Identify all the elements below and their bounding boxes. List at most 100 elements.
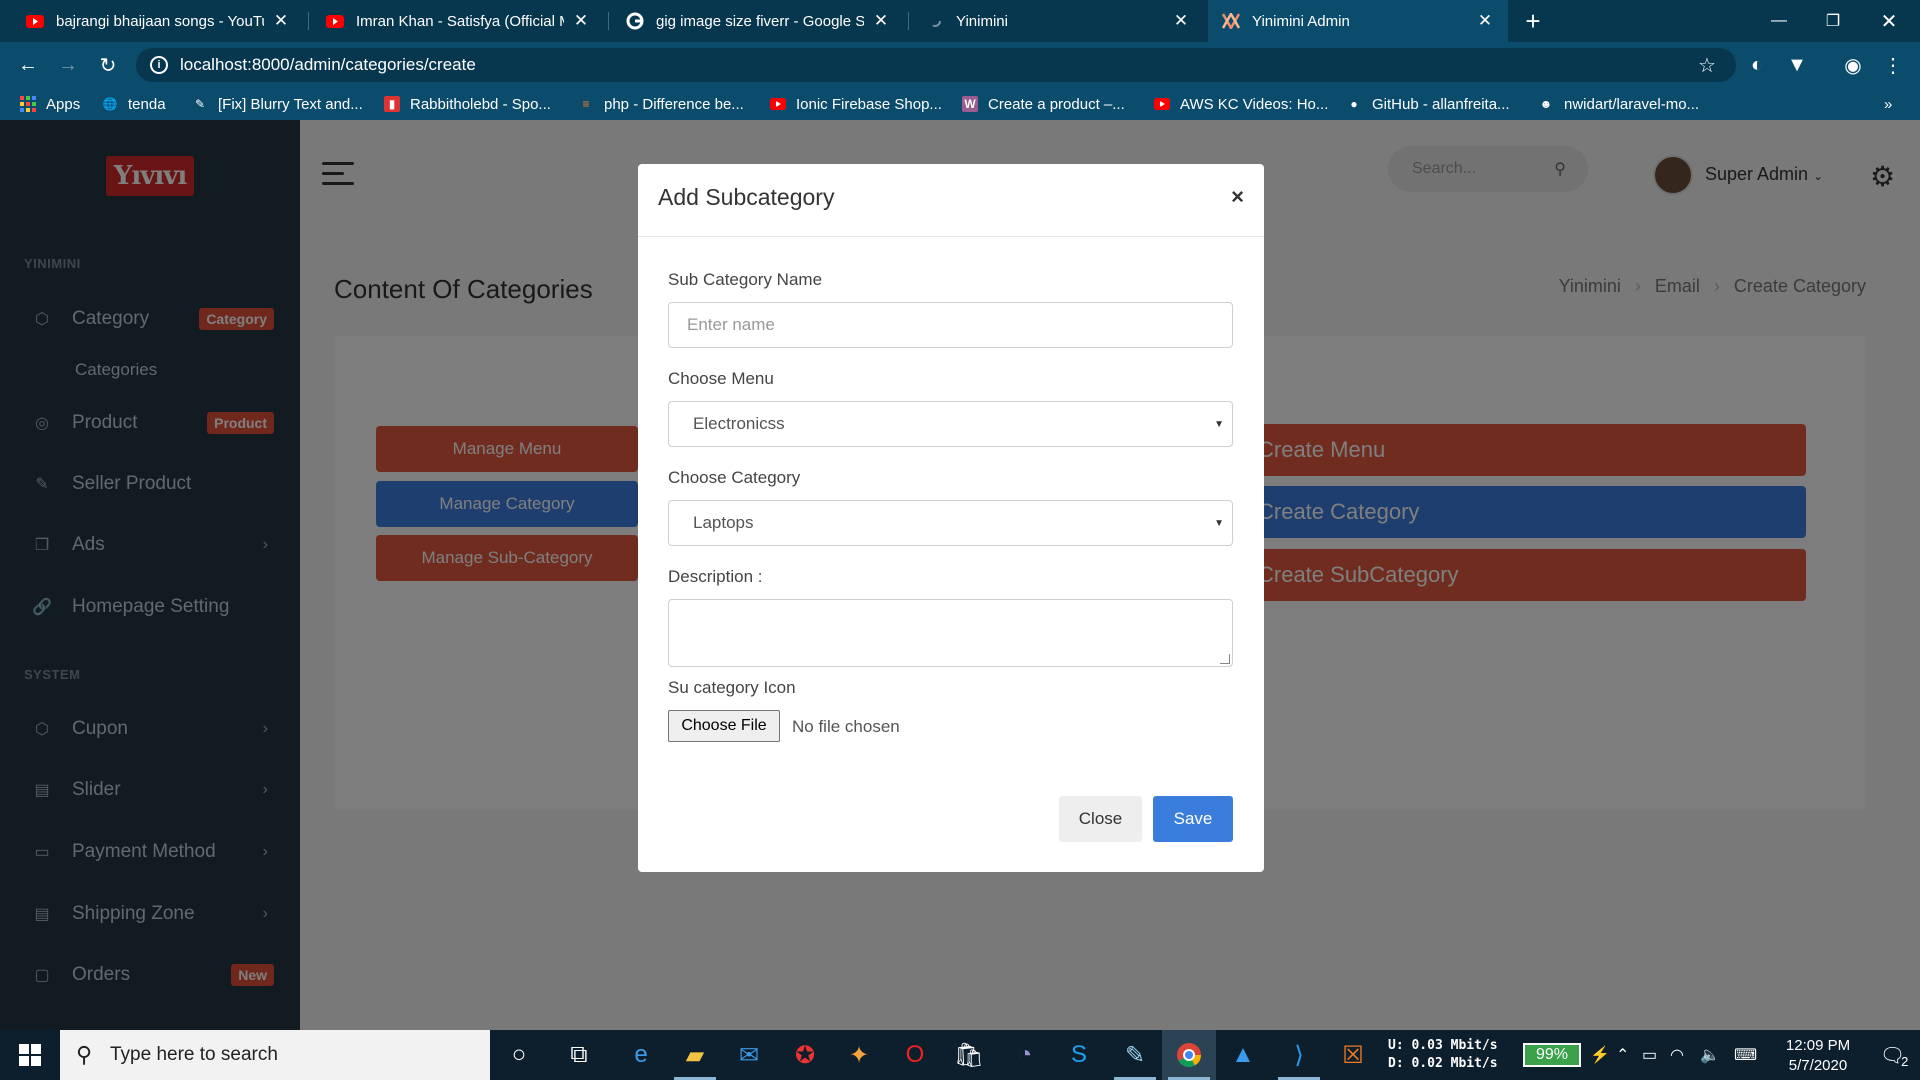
chevron-up-icon[interactable]: ⌃: [1616, 1030, 1629, 1080]
forward-icon[interactable]: →: [50, 42, 86, 88]
input-placeholder: Enter name: [687, 315, 775, 334]
app-icon: [1222, 12, 1240, 30]
minimize-icon[interactable]: —: [1756, 0, 1802, 42]
bookmark-item[interactable]: ▮ Rabbitholebd - Spo...: [384, 88, 551, 120]
browser-tab-bar: bajrangi bhaijaan songs - YouTube ✕ Imra…: [0, 0, 1920, 42]
field-label: Su category Icon: [668, 678, 796, 697]
youtube-icon: [326, 12, 344, 30]
bookmark-label: Rabbitholebd - Spo...: [410, 95, 551, 113]
close-icon[interactable]: ✕: [872, 11, 890, 31]
browser-tab[interactable]: gig image size fiverr - Google Search ✕: [612, 0, 904, 42]
back-icon[interactable]: ←: [10, 42, 46, 88]
bookmark-item[interactable]: ☻ nwidart/laravel-mo...: [1538, 88, 1699, 120]
star-icon[interactable]: ☆: [1690, 42, 1724, 88]
tab-separator: [908, 12, 909, 30]
address-bar-row: ← → ↻ i localhost:8000/admin/categories/…: [0, 42, 1920, 88]
woocommerce-icon: W: [962, 96, 978, 112]
bookmark-label: AWS KC Videos: Ho...: [1180, 95, 1329, 113]
chrome-icon[interactable]: [1162, 1030, 1216, 1080]
choose-category-select[interactable]: Laptops ▼: [668, 500, 1233, 546]
bookmarks-bar: Apps 🌐 tenda ✎ [Fix] Blurry Text and... …: [0, 88, 1920, 120]
battery-indicator[interactable]: 99%: [1523, 1043, 1581, 1067]
browser-tab[interactable]: Imran Khan - Satisfya (Official Music Vi…: [312, 0, 604, 42]
alien-icon: ☻: [1539, 97, 1553, 111]
bookmark-item[interactable]: W Create a product –...: [962, 88, 1125, 120]
close-icon[interactable]: ✕: [272, 11, 290, 31]
bookmark-apps[interactable]: Apps: [20, 88, 80, 120]
edge-icon[interactable]: e: [614, 1030, 668, 1080]
description-textarea[interactable]: [668, 599, 1233, 667]
bookmark-item[interactable]: AWS KC Videos: Ho...: [1154, 88, 1328, 120]
notification-count: 2: [1901, 1053, 1909, 1069]
download-speed: D: 0.02 Mbit/s: [1388, 1056, 1498, 1071]
browser-tab-active[interactable]: Yinimini Admin ✕: [1208, 0, 1508, 42]
file-explorer-icon[interactable]: ▰: [668, 1030, 722, 1080]
bookmark-item[interactable]: ≡ php - Difference be...: [578, 88, 743, 120]
xampp-control-icon[interactable]: ☒: [1326, 1030, 1380, 1080]
url-text: localhost:8000/admin/categories/create: [180, 55, 476, 74]
close-icon[interactable]: ✕: [1476, 11, 1494, 31]
globe-icon: 🌐: [102, 97, 118, 111]
wifi-icon[interactable]: ◠: [1670, 1030, 1684, 1080]
app-icon[interactable]: ◔: [998, 1030, 1052, 1080]
mail-icon[interactable]: ✉: [722, 1030, 776, 1080]
bookmark-label: Ionic Firebase Shop...: [796, 95, 942, 113]
page-content: Yıvıvı YINIMINI ⬡ Category Category Cate…: [0, 120, 1920, 1030]
windows-start-icon[interactable]: [0, 1030, 60, 1080]
url-input[interactable]: i localhost:8000/admin/categories/create: [136, 48, 1736, 82]
restore-icon[interactable]: ❐: [1810, 0, 1856, 42]
loading-icon: [926, 12, 944, 30]
app-icon[interactable]: ✪: [778, 1030, 832, 1080]
store-icon[interactable]: 🛍: [942, 1030, 996, 1080]
bookmark-item[interactable]: ● GitHub - allanfreita...: [1346, 88, 1510, 120]
window-close-icon[interactable]: ✕: [1866, 0, 1912, 42]
close-icon[interactable]: ✕: [572, 11, 590, 31]
browser-tab[interactable]: Yinimini ✕: [912, 0, 1204, 42]
clock-date: 5/7/2020: [1788, 1057, 1848, 1074]
tab-separator: [608, 12, 609, 30]
save-button[interactable]: Save: [1153, 796, 1233, 842]
choose-file-button[interactable]: Choose File: [668, 710, 780, 742]
bookmarks-overflow-icon[interactable]: »: [1884, 88, 1892, 120]
battery-icon[interactable]: ▭: [1642, 1030, 1657, 1080]
new-tab-icon[interactable]: +: [1510, 0, 1556, 42]
profile-icon[interactable]: ◉: [1836, 42, 1870, 88]
dropdown-arrow-icon: ▼: [1214, 517, 1224, 529]
browser-tab[interactable]: bajrangi bhaijaan songs - YouTube ✕: [12, 0, 304, 42]
choose-menu-select[interactable]: Electronicss ▼: [668, 401, 1233, 447]
notepad-icon[interactable]: ✎: [1108, 1030, 1162, 1080]
bookmark-item[interactable]: 🌐 tenda: [102, 88, 166, 120]
xampp-icon[interactable]: ✦: [832, 1030, 886, 1080]
bookmark-label: GitHub - allanfreita...: [1372, 95, 1510, 113]
vpn-icon[interactable]: ▼: [1780, 42, 1814, 88]
close-icon[interactable]: ✕: [1172, 11, 1190, 31]
youtube-icon: [1154, 96, 1170, 112]
github-icon: ●: [1350, 97, 1358, 111]
system-clock[interactable]: 12:09 PM 5/7/2020: [1768, 1036, 1868, 1076]
divider: [638, 236, 1264, 237]
bookmark-item[interactable]: ✎ [Fix] Blurry Text and...: [192, 88, 363, 120]
vscode-icon[interactable]: ⟩: [1272, 1030, 1326, 1080]
close-button[interactable]: Close: [1059, 796, 1142, 842]
tab-title: gig image size fiverr - Google Search: [656, 12, 864, 30]
tab-title: Imran Khan - Satisfya (Official Music Vi…: [356, 12, 564, 30]
info-icon[interactable]: i: [150, 56, 168, 74]
keyboard-icon[interactable]: ⌨: [1734, 1030, 1757, 1080]
bookmark-label: nwidart/laravel-mo...: [1564, 95, 1700, 113]
subcategory-name-input[interactable]: Enter name: [668, 302, 1233, 348]
extension-icon[interactable]: ◐: [1740, 42, 1774, 88]
youtube-icon: [770, 96, 786, 112]
task-view-icon[interactable]: ⧉: [552, 1030, 606, 1080]
menu-icon[interactable]: ⋮: [1876, 42, 1910, 88]
opera-icon[interactable]: O: [888, 1030, 942, 1080]
taskbar-search-input[interactable]: ⚲ Type here to search: [60, 1030, 490, 1080]
resize-handle-icon[interactable]: [1220, 654, 1230, 664]
photos-icon[interactable]: ▲: [1216, 1030, 1270, 1080]
cortana-icon[interactable]: ○: [492, 1030, 546, 1080]
reload-icon[interactable]: ↻: [90, 42, 126, 88]
volume-icon[interactable]: 🔈: [1700, 1030, 1720, 1080]
bookmark-item[interactable]: Ionic Firebase Shop...: [770, 88, 942, 120]
skype-icon[interactable]: S: [1052, 1030, 1106, 1080]
close-icon[interactable]: ×: [1231, 184, 1244, 210]
notification-icon[interactable]: 🗨 2: [1868, 1030, 1920, 1080]
